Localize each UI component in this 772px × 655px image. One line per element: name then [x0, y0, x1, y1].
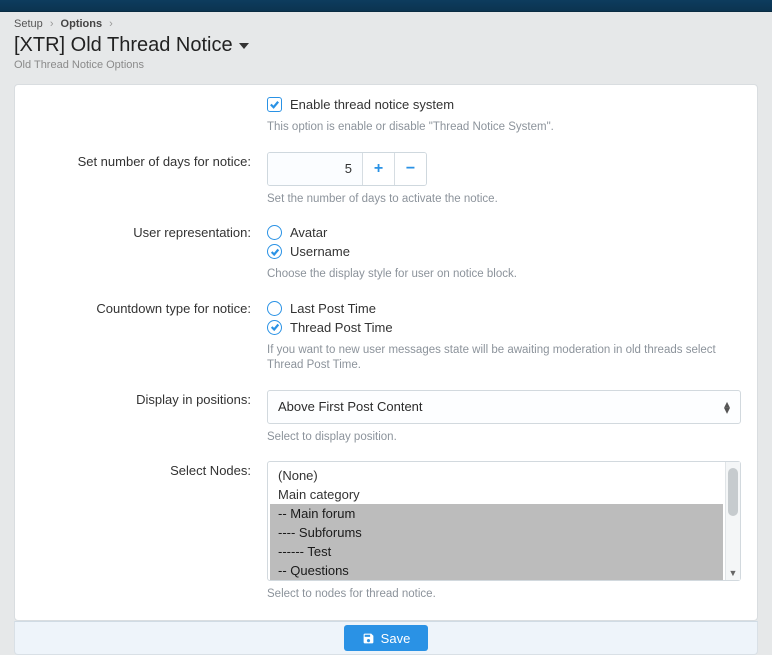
user-rep-help: Choose the display style for user on not… — [267, 267, 741, 283]
scroll-down-icon[interactable]: ▼ — [726, 568, 740, 578]
countdown-last-post-radio[interactable]: Last Post Time — [267, 299, 741, 318]
options-panel: Enable thread notice system This option … — [14, 84, 758, 621]
nodes-option[interactable]: ---- Subforums — [270, 523, 723, 542]
enable-help: This option is enable or disable "Thread… — [267, 120, 741, 136]
radio-checked-icon — [267, 244, 282, 259]
spacer — [31, 95, 267, 136]
countdown-help: If you want to new user messages state w… — [267, 343, 741, 374]
nodes-multiselect[interactable]: (None)Main category-- Main forum---- Sub… — [267, 461, 741, 581]
enable-label: Enable thread notice system — [290, 97, 454, 112]
select-caret-icon: ▴▾ — [724, 401, 730, 413]
position-help: Select to display position. — [267, 430, 741, 446]
days-label: Set number of days for notice: — [31, 152, 267, 208]
radio-unchecked-icon — [267, 301, 282, 316]
user-rep-avatar-text: Avatar — [290, 225, 327, 240]
nodes-list: (None)Main category-- Main forum---- Sub… — [268, 462, 725, 580]
position-select[interactable]: Above First Post Content ▴▾ — [267, 390, 741, 424]
scrollbar-thumb[interactable] — [728, 468, 738, 516]
radio-checked-icon — [267, 320, 282, 335]
position-selected: Above First Post Content — [278, 399, 423, 414]
save-button[interactable]: Save — [344, 625, 429, 651]
nodes-option[interactable]: -- Main forum — [270, 504, 723, 523]
chevron-right-icon: › — [50, 18, 54, 30]
countdown-thread-post-radio[interactable]: Thread Post Time — [267, 318, 741, 337]
radio-unchecked-icon — [267, 225, 282, 240]
user-rep-avatar-radio[interactable]: Avatar — [267, 223, 741, 242]
days-help: Set the number of days to activate the n… — [267, 192, 741, 208]
days-stepper: + − — [267, 152, 427, 186]
countdown-label: Countdown type for notice: — [31, 299, 267, 374]
days-input[interactable] — [268, 153, 362, 185]
footer-bar: Save — [14, 621, 758, 655]
nodes-option[interactable]: -- Questions — [270, 561, 723, 580]
position-label: Display in positions: — [31, 390, 267, 446]
nodes-option[interactable]: (None) — [270, 466, 723, 485]
countdown-last-post-text: Last Post Time — [290, 301, 376, 316]
page-title-row[interactable]: [XTR] Old Thread Notice — [0, 32, 772, 57]
countdown-thread-post-text: Thread Post Time — [290, 320, 393, 335]
save-icon — [362, 632, 375, 645]
top-bar — [0, 0, 772, 12]
days-decrease-button[interactable]: − — [394, 153, 426, 185]
chevron-right-icon: › — [109, 18, 113, 30]
save-button-label: Save — [381, 631, 411, 646]
caret-down-icon — [239, 43, 249, 49]
user-rep-username-text: Username — [290, 244, 350, 259]
user-rep-label: User representation: — [31, 223, 267, 283]
breadcrumb-root[interactable]: Setup — [14, 18, 43, 30]
user-rep-username-radio[interactable]: Username — [267, 242, 741, 261]
page-subtitle: Old Thread Notice Options — [0, 57, 772, 81]
nodes-option[interactable]: ------ Test — [270, 542, 723, 561]
breadcrumb-current[interactable]: Options — [61, 18, 103, 30]
nodes-label: Select Nodes: — [31, 461, 267, 603]
days-increase-button[interactable]: + — [362, 153, 394, 185]
breadcrumb: Setup › Options › — [0, 12, 772, 32]
nodes-help: Select to nodes for thread notice. — [267, 587, 741, 603]
page-title: [XTR] Old Thread Notice — [14, 34, 233, 57]
scrollbar[interactable]: ▼ — [725, 462, 740, 580]
checkbox-checked-icon — [267, 97, 282, 112]
enable-thread-notice-checkbox[interactable]: Enable thread notice system — [267, 95, 741, 114]
nodes-option[interactable]: Main category — [270, 485, 723, 504]
